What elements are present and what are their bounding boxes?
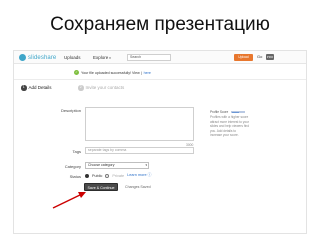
public-label: Public [92, 173, 103, 178]
step-invite-contacts[interactable]: 2 Invite your contacts [78, 85, 124, 91]
private-radio[interactable] [105, 173, 110, 178]
pro-badge[interactable]: PRO [266, 53, 274, 60]
category-select[interactable]: Choose category ▾ [85, 162, 149, 169]
step-number: 1 [21, 85, 27, 91]
slideshare-logo-icon [19, 54, 26, 61]
notice-text: Your file uploaded successfully! View | [81, 70, 142, 75]
status-radio-group: Public Private Learn more ⓘ [85, 173, 151, 178]
upload-button[interactable]: Upload [234, 53, 253, 61]
category-value: Choose category [88, 163, 115, 167]
chevron-down-icon: ▾ [145, 163, 147, 167]
notice-here-link[interactable]: here [144, 71, 151, 75]
goto-link[interactable]: Go [257, 54, 262, 59]
step-number: 2 [78, 85, 84, 91]
public-radio[interactable] [85, 173, 89, 178]
profile-score-line: increase your score. [210, 133, 239, 138]
category-label: Category [64, 164, 81, 169]
nav-uploads-link[interactable]: Uploads [64, 55, 81, 60]
upload-success-notice: ✓ Your file uploaded successfully! View … [74, 70, 151, 75]
profile-score-fill [232, 111, 240, 113]
step-label: Add Details [28, 85, 52, 91]
profile-score-panel: Profile Score Profiles with a higher sco… [210, 110, 272, 137]
description-label: Description [60, 108, 81, 113]
nav-explore-label: Explore [93, 55, 109, 60]
logo-text: slideshare [28, 54, 57, 61]
step-label: Invite your contacts [85, 85, 125, 91]
tags-label: Tags [72, 149, 81, 154]
changes-saved-status: Changes Saved [125, 185, 151, 189]
nav-explore-menu[interactable]: Explore▾ [93, 55, 111, 60]
learn-more-link[interactable]: Learn more ⓘ [127, 173, 151, 178]
step-add-details[interactable]: 1 Add Details [21, 85, 52, 91]
profile-score-bar [231, 110, 246, 114]
slide-title: Сохраняем презентацию [50, 14, 270, 35]
logo[interactable]: slideshare [19, 54, 56, 61]
profile-score-title: Profile Score [210, 110, 229, 114]
steps-divider [14, 79, 306, 80]
save-continue-button[interactable]: Save & Continue [84, 183, 118, 191]
description-textarea[interactable] [85, 107, 194, 141]
search-input[interactable]: Search [127, 53, 171, 61]
chevron-down-icon: ▾ [109, 56, 111, 60]
profile-score-header: Profile Score [210, 110, 272, 114]
tags-input[interactable]: separate tags by comma [85, 147, 194, 154]
status-label: Status [69, 174, 81, 179]
top-navigation-bar: slideshare Uploads Explore▾ Search Uploa… [14, 51, 306, 64]
check-icon: ✓ [74, 70, 79, 75]
browser-screenshot: slideshare Uploads Explore▾ Search Uploa… [13, 50, 307, 234]
private-label: Private [112, 173, 125, 178]
